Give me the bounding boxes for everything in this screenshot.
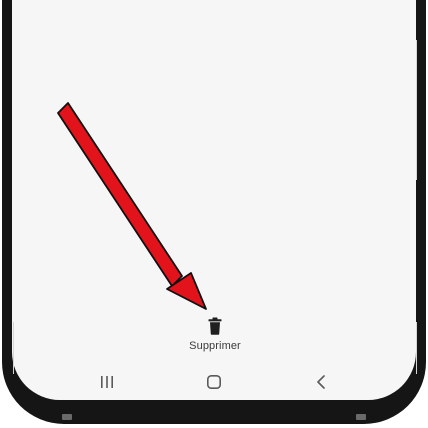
back-icon	[317, 375, 325, 389]
phone-frame: Supprimer	[0, 0, 428, 428]
home-icon	[206, 374, 221, 389]
trash-icon	[208, 317, 222, 335]
recents-button[interactable]	[92, 370, 122, 394]
screen-edge-highlight	[416, 40, 417, 180]
delete-label: Supprimer	[189, 340, 241, 352]
screen-edge-highlight	[416, 322, 417, 374]
phone-side-detail	[62, 414, 72, 420]
recents-icon	[101, 376, 113, 388]
delete-button[interactable]: Supprimer	[175, 316, 255, 358]
home-button[interactable]	[199, 370, 229, 394]
navigation-bar	[12, 366, 416, 398]
phone-side-detail	[356, 414, 366, 420]
back-button[interactable]	[306, 370, 336, 394]
